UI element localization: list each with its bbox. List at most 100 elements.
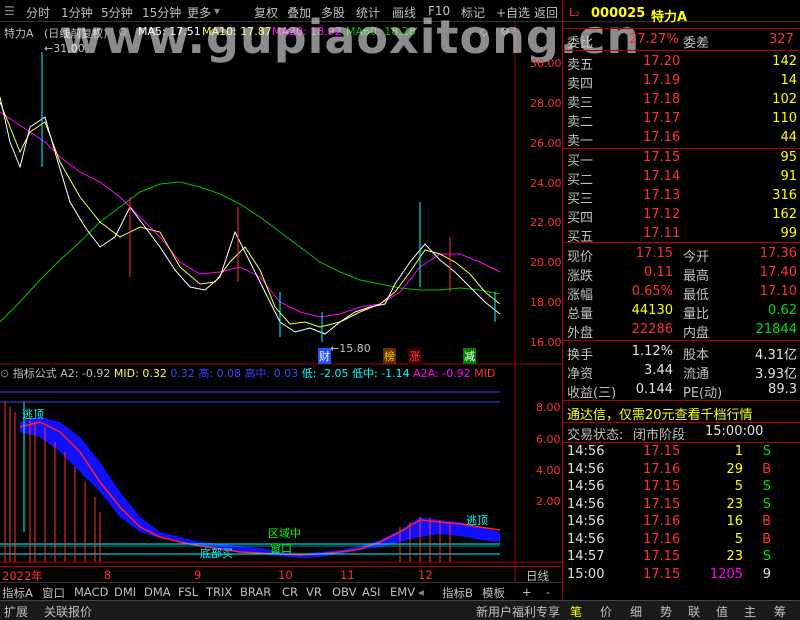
ma10-line	[0, 101, 501, 328]
bid-row: 买五 17.11 99	[563, 224, 800, 245]
stat2-label: PE(动)	[683, 386, 723, 401]
quote-title: L₂ 000025 特力A	[563, 4, 800, 25]
status-related-quote[interactable]: 关联报价	[44, 603, 92, 620]
tick-side: B	[762, 514, 771, 529]
tab-emv[interactable]: EMV	[390, 585, 415, 599]
tick-volume: 23	[726, 549, 743, 564]
ma20-line	[0, 111, 501, 318]
tab-brar[interactable]: BRAR	[240, 585, 271, 599]
tab-vr[interactable]: VR	[306, 585, 322, 599]
indicator-menu-icon[interactable]: ⊙	[0, 367, 9, 380]
tick-side: S	[762, 549, 771, 564]
event-badge-reduce[interactable]: 减	[463, 348, 476, 364]
lowmid-value: -1.14	[381, 367, 410, 380]
tick-volume: 5	[734, 479, 743, 494]
tab-template[interactable]: 模板	[482, 585, 505, 601]
zoom-in-button[interactable]: +	[522, 585, 532, 599]
tab-asi[interactable]: ASI	[362, 585, 381, 599]
bid-price: 17.12	[643, 207, 681, 222]
tab-indicator-a[interactable]: 指标A	[2, 585, 33, 601]
bid-price: 17.11	[643, 226, 681, 241]
ma60-line	[0, 181, 501, 323]
price-tick: 24.00	[530, 177, 562, 190]
side-tab-main[interactable]: 主	[744, 603, 756, 620]
tick-price: 17.15	[643, 496, 681, 512]
tab-cr[interactable]: CR	[282, 585, 298, 599]
side-tab-trades[interactable]: 笔	[570, 603, 582, 620]
stat2-label: 收益(三)	[567, 386, 617, 401]
ask-row: 卖五 17.20 142	[563, 52, 800, 73]
tick-volume: 1205	[709, 566, 743, 582]
bid-price: 17.13	[643, 188, 681, 203]
tab-macd[interactable]: MACD	[74, 585, 108, 599]
tick-time: 15:00	[567, 566, 605, 582]
event-badge-limitup[interactable]: 涨	[408, 348, 421, 364]
ask-row: 卖二 17.17 110	[563, 109, 800, 130]
tick-time: 14:56	[567, 479, 605, 494]
high-label: 高:	[198, 367, 214, 380]
stat2-row: 换手 1.12% 股本 4.31亿	[563, 342, 800, 363]
stat-row: 涨幅 0.65% 最低 17.10	[563, 282, 800, 303]
stock-title: 特力A	[651, 10, 688, 25]
bid-volume: 99	[780, 226, 797, 241]
ask-price: 17.16	[643, 130, 681, 145]
tick-time: 14:56	[567, 514, 605, 529]
ask-volume: 142	[772, 54, 797, 69]
high-value: 0.08	[216, 367, 242, 380]
price-tick: 22.00	[530, 216, 562, 229]
bid-volume: 162	[772, 207, 797, 222]
time-axis-mark: 12	[418, 568, 433, 582]
stat-row: 现价 17.15 今开 17.36	[563, 244, 800, 265]
side-tab-trend[interactable]: 势	[660, 603, 672, 620]
toolbar-intraday[interactable]: 分时	[26, 4, 50, 21]
tab-window[interactable]: 窗口	[42, 585, 65, 601]
tick-price: 17.15	[643, 479, 681, 494]
ma5-line	[0, 96, 501, 335]
event-badge-list[interactable]: 榜	[383, 348, 396, 364]
diff-label: 委差	[683, 36, 710, 51]
tab-fsl[interactable]: FSL	[178, 585, 198, 599]
time-axis-mark: 8	[104, 568, 112, 582]
side-tab-detail[interactable]: 细	[630, 603, 642, 620]
tick-side: B	[762, 531, 771, 547]
diff-value: 327	[769, 32, 794, 47]
zoom-out-button[interactable]: -	[546, 585, 550, 599]
side-tab-link[interactable]: 联	[688, 603, 700, 620]
tab-trix[interactable]: TRIX	[206, 585, 232, 599]
price-tick: 28.00	[530, 97, 562, 110]
stat-value: 17.15	[635, 246, 673, 261]
stat-row: 外盘 22286 内盘 21844	[563, 320, 800, 341]
promo-banner[interactable]: 通达信，仅需20元查看千档行情	[563, 402, 800, 423]
tab-dma[interactable]: DMA	[144, 585, 171, 599]
v1-value: 0.32	[170, 367, 195, 380]
chevron-left-icon[interactable]: ◂	[418, 585, 424, 599]
ask-row: 卖四 17.19 14	[563, 71, 800, 92]
tick-time: 14:56	[567, 461, 605, 477]
status-expand[interactable]: 扩展	[4, 603, 28, 620]
banner-text[interactable]: 通达信，仅需20元查看千档行情	[567, 404, 753, 423]
menu-icon[interactable]: ☰	[4, 4, 15, 18]
event-badge-finance[interactable]: 财	[318, 348, 331, 364]
tab-obv[interactable]: OBV	[332, 585, 356, 599]
low-price-mark: ←15.80	[330, 342, 371, 355]
side-tab-price[interactable]: 价	[600, 603, 612, 620]
ask-volume: 110	[772, 111, 797, 126]
tick-price: 17.16	[643, 514, 681, 529]
promo-link[interactable]: 新用户福利专享	[476, 603, 560, 620]
tab-dmi[interactable]: DMI	[114, 585, 136, 599]
side-tab-value[interactable]: 值	[716, 603, 728, 620]
zone-label-2: 窗口	[270, 542, 292, 555]
ask-price: 17.20	[643, 54, 681, 69]
indicator-name[interactable]: 指标公式	[13, 367, 57, 380]
chart-area[interactable]	[0, 22, 562, 582]
bid-volume: 91	[780, 169, 797, 184]
tab-indicator-b[interactable]: 指标B	[442, 585, 473, 601]
tick-price: 17.15	[643, 444, 681, 459]
side-tab-chips[interactable]: 筹	[774, 603, 786, 620]
a2a-value: -0.92	[442, 367, 471, 380]
indicator-tick: 8.00	[536, 401, 561, 414]
highmid-label: 高中:	[244, 367, 271, 380]
stat-value: 21844	[755, 322, 797, 337]
stat-value: 17.10	[759, 284, 797, 299]
zone-label: 区域中	[268, 527, 301, 540]
